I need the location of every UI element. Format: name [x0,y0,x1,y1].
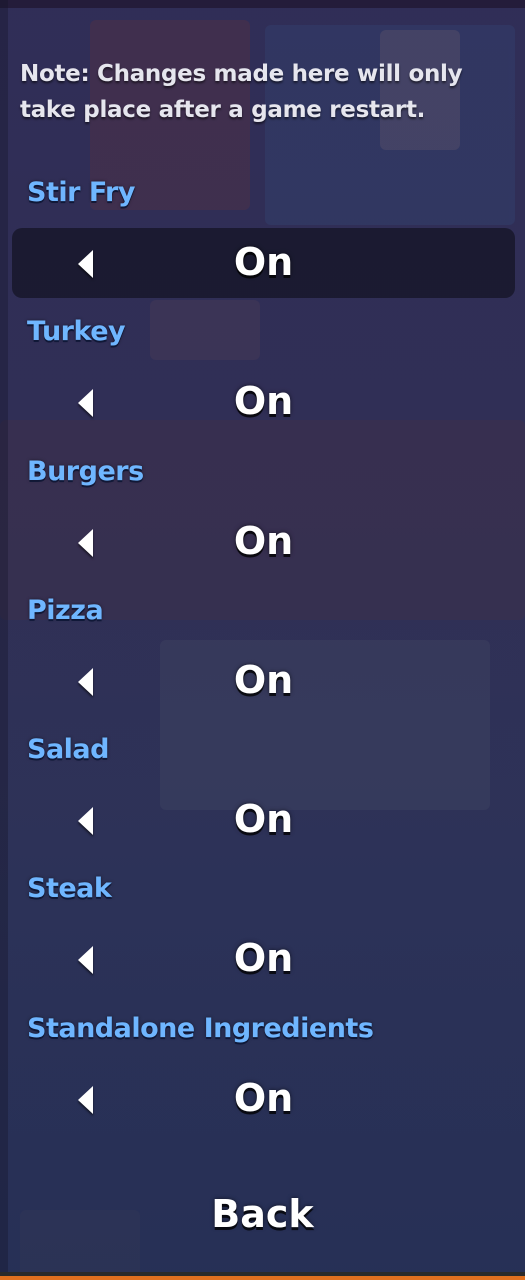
option-value: On [233,797,294,841]
option-label: Steak [27,873,112,904]
option-label: Stir Fry [27,177,135,208]
option-row[interactable]: On [12,924,515,994]
option-value: On [233,519,294,563]
option-stir-fry[interactable]: Stir Fry On [0,176,525,316]
option-row[interactable]: On [12,507,515,577]
option-row-selected[interactable]: On [12,228,515,298]
option-row[interactable]: On [12,1064,515,1134]
option-turkey[interactable]: Turkey On [0,315,525,455]
option-row[interactable]: On [12,646,515,716]
option-label: Turkey [27,316,126,347]
option-burgers[interactable]: Burgers On [0,455,525,595]
restart-note: Note: Changes made here will only take p… [20,61,463,123]
option-row[interactable]: On [12,367,515,437]
back-button[interactable]: Back [0,1186,525,1242]
bottom-accent [0,1276,525,1280]
option-pizza[interactable]: Pizza On [0,594,525,734]
option-value: On [233,658,294,702]
option-standalone-ingredients[interactable]: Standalone Ingredients On [0,1012,525,1152]
option-value: On [233,379,294,423]
option-steak[interactable]: Steak On [0,872,525,1012]
option-value: On [233,1076,294,1120]
option-label: Pizza [27,595,104,626]
option-label: Burgers [27,456,144,487]
option-label: Salad [27,734,109,765]
game-screen: Note: Changes made here will only take p… [0,0,525,1280]
option-value: On [233,936,294,980]
option-row[interactable]: On [12,785,515,855]
options-menu: Note: Changes made here will only take p… [0,0,525,1280]
option-salad[interactable]: Salad On [0,733,525,873]
option-value: On [233,240,294,284]
option-label: Standalone Ingredients [27,1013,374,1044]
